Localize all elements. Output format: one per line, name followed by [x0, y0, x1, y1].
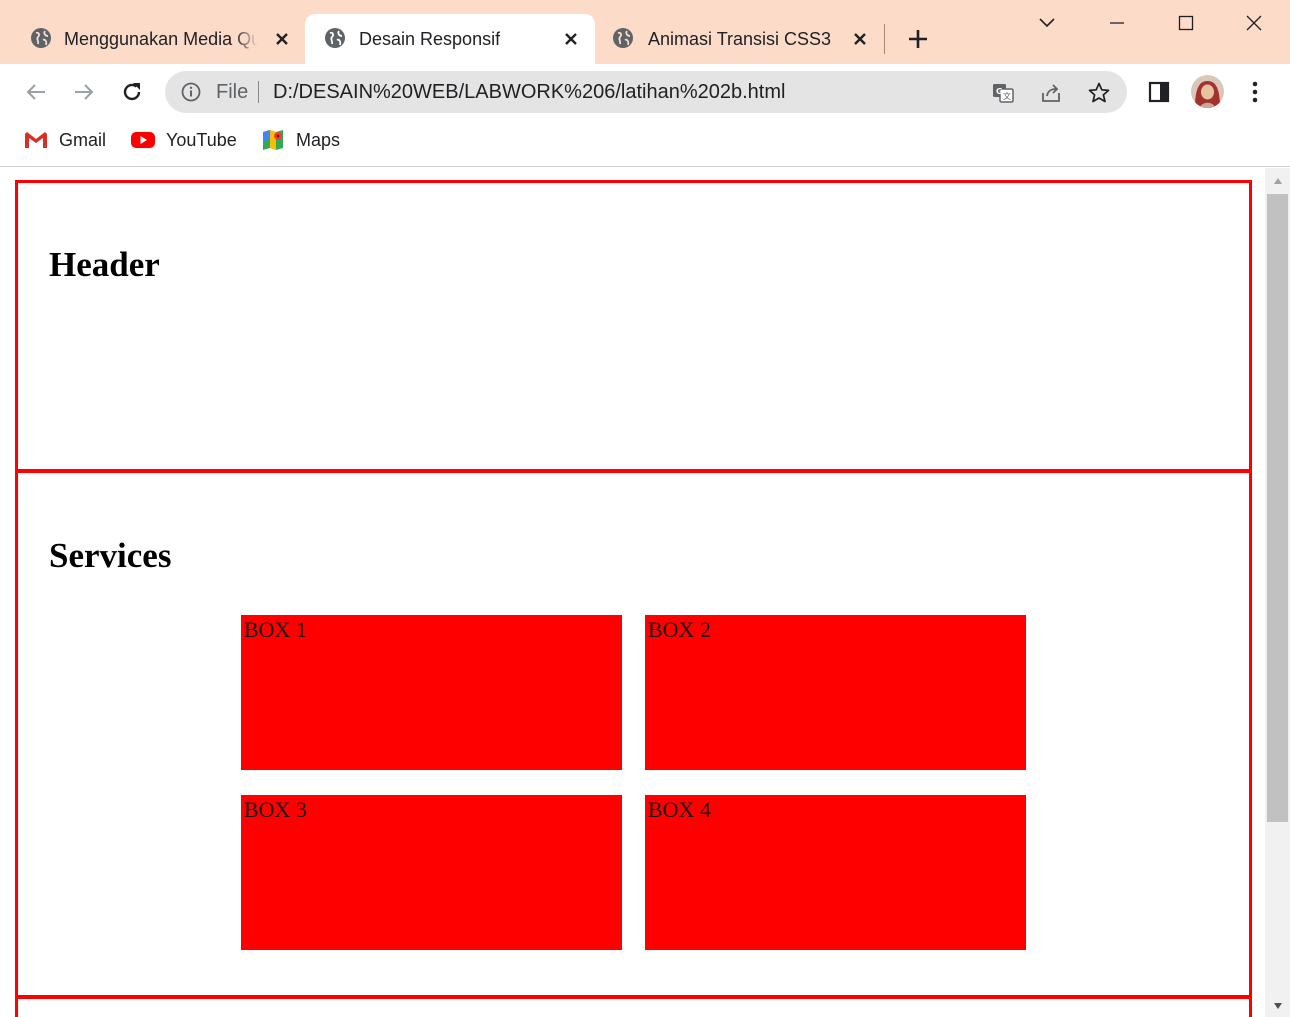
- scroll-up-button[interactable]: [1265, 170, 1290, 192]
- browser-toolbar: File D:/DESAIN%20WEB/LABWORK%206/latihan…: [0, 64, 1290, 120]
- scheme-label: File: [216, 81, 249, 103]
- tab-menggunakan-media-queries[interactable]: Menggunakan Media Queries: [0, 14, 303, 64]
- youtube-icon: [131, 128, 155, 152]
- close-icon[interactable]: [850, 29, 870, 49]
- divider: [258, 81, 259, 103]
- more-vert-icon: [1252, 81, 1258, 103]
- plus-icon: [909, 30, 927, 48]
- star-icon[interactable]: [1086, 80, 1112, 106]
- menu-button[interactable]: [1239, 76, 1271, 108]
- address-bar[interactable]: File D:/DESAIN%20WEB/LABWORK%206/latihan…: [165, 71, 1127, 113]
- bookmark-label: Gmail: [59, 130, 107, 150]
- services-title: Services: [49, 536, 172, 575]
- globe-icon: [612, 27, 634, 49]
- tab-desain-responsif[interactable]: Desain Responsif: [305, 14, 595, 64]
- minimize-button[interactable]: [1102, 8, 1132, 38]
- chevron-down-icon: [1039, 18, 1055, 28]
- share-icon[interactable]: [1038, 80, 1064, 106]
- maximize-button[interactable]: [1171, 8, 1201, 38]
- tab-strip: Menggunakan Media Queries Desain Respons…: [0, 0, 1290, 64]
- close-icon: [1246, 15, 1262, 31]
- bookmark-gmail[interactable]: Gmail: [24, 128, 106, 152]
- close-icon[interactable]: [272, 29, 292, 49]
- side-panel-icon: [1148, 81, 1170, 103]
- tab-title: Desain Responsif: [359, 29, 501, 49]
- reload-button[interactable]: [116, 76, 148, 108]
- box-label: BOX 1: [244, 617, 307, 642]
- side-panel-button[interactable]: [1143, 76, 1175, 108]
- bookmark-youtube[interactable]: YouTube: [131, 128, 237, 152]
- tab-title: Animasi Transisi CSS3: [648, 29, 832, 49]
- tab-title: Menggunakan Media Queries: [64, 29, 258, 49]
- box-label: BOX 4: [648, 797, 711, 822]
- globe-icon: [30, 27, 52, 49]
- service-box-4: BOX 4: [645, 795, 1026, 950]
- scrollbar-thumb[interactable]: [1267, 194, 1288, 822]
- info-icon[interactable]: [181, 82, 201, 102]
- maximize-icon: [1178, 15, 1194, 31]
- avatar[interactable]: [1191, 75, 1224, 108]
- svg-text:文: 文: [1003, 91, 1011, 101]
- header-section: Header: [15, 180, 1252, 472]
- vertical-scrollbar[interactable]: [1265, 168, 1290, 1017]
- url-text[interactable]: D:/DESAIN%20WEB/LABWORK%206/latihan%202b…: [273, 80, 785, 104]
- bookmarks-bar: Gmail YouTube Maps: [0, 120, 1290, 167]
- service-box-1: BOX 1: [241, 615, 622, 770]
- translate-icon[interactable]: G文: [990, 80, 1016, 106]
- globe-icon: [324, 27, 346, 49]
- arrow-right-icon: [75, 84, 94, 100]
- header-title: Header: [49, 245, 160, 284]
- box-label: BOX 2: [648, 617, 711, 642]
- svg-text:G: G: [996, 87, 1003, 96]
- tab-animasi-transisi-css3[interactable]: Animasi Transisi CSS3: [595, 14, 885, 64]
- page-viewport: Header Services BOX 1 BOX 2 BOX 3 BOX 4: [0, 168, 1264, 1017]
- box-label: BOX 3: [244, 797, 307, 822]
- triangle-down-icon: [1273, 1003, 1282, 1009]
- maps-icon: [261, 128, 285, 152]
- bookmark-maps[interactable]: Maps: [261, 128, 340, 152]
- bookmark-label: Maps: [296, 130, 341, 150]
- new-tab-button[interactable]: [903, 24, 933, 54]
- next-section: [15, 996, 1252, 1017]
- bookmark-label: YouTube: [166, 130, 237, 150]
- tab-search-button[interactable]: [1032, 8, 1062, 38]
- gmail-icon: [24, 128, 48, 152]
- back-button[interactable]: [20, 76, 52, 108]
- close-window-button[interactable]: [1239, 8, 1269, 38]
- tab-separator: [884, 24, 885, 54]
- reload-icon: [123, 83, 141, 101]
- triangle-up-icon: [1273, 178, 1282, 184]
- close-icon[interactable]: [561, 29, 581, 49]
- services-section: Services BOX 1 BOX 2 BOX 3 BOX 4: [15, 470, 1252, 998]
- arrow-left-icon: [26, 84, 45, 100]
- minimize-icon: [1110, 22, 1124, 24]
- forward-button[interactable]: [68, 76, 100, 108]
- service-box-2: BOX 2: [645, 615, 1026, 770]
- scroll-down-button[interactable]: [1265, 995, 1290, 1017]
- service-box-3: BOX 3: [241, 795, 622, 950]
